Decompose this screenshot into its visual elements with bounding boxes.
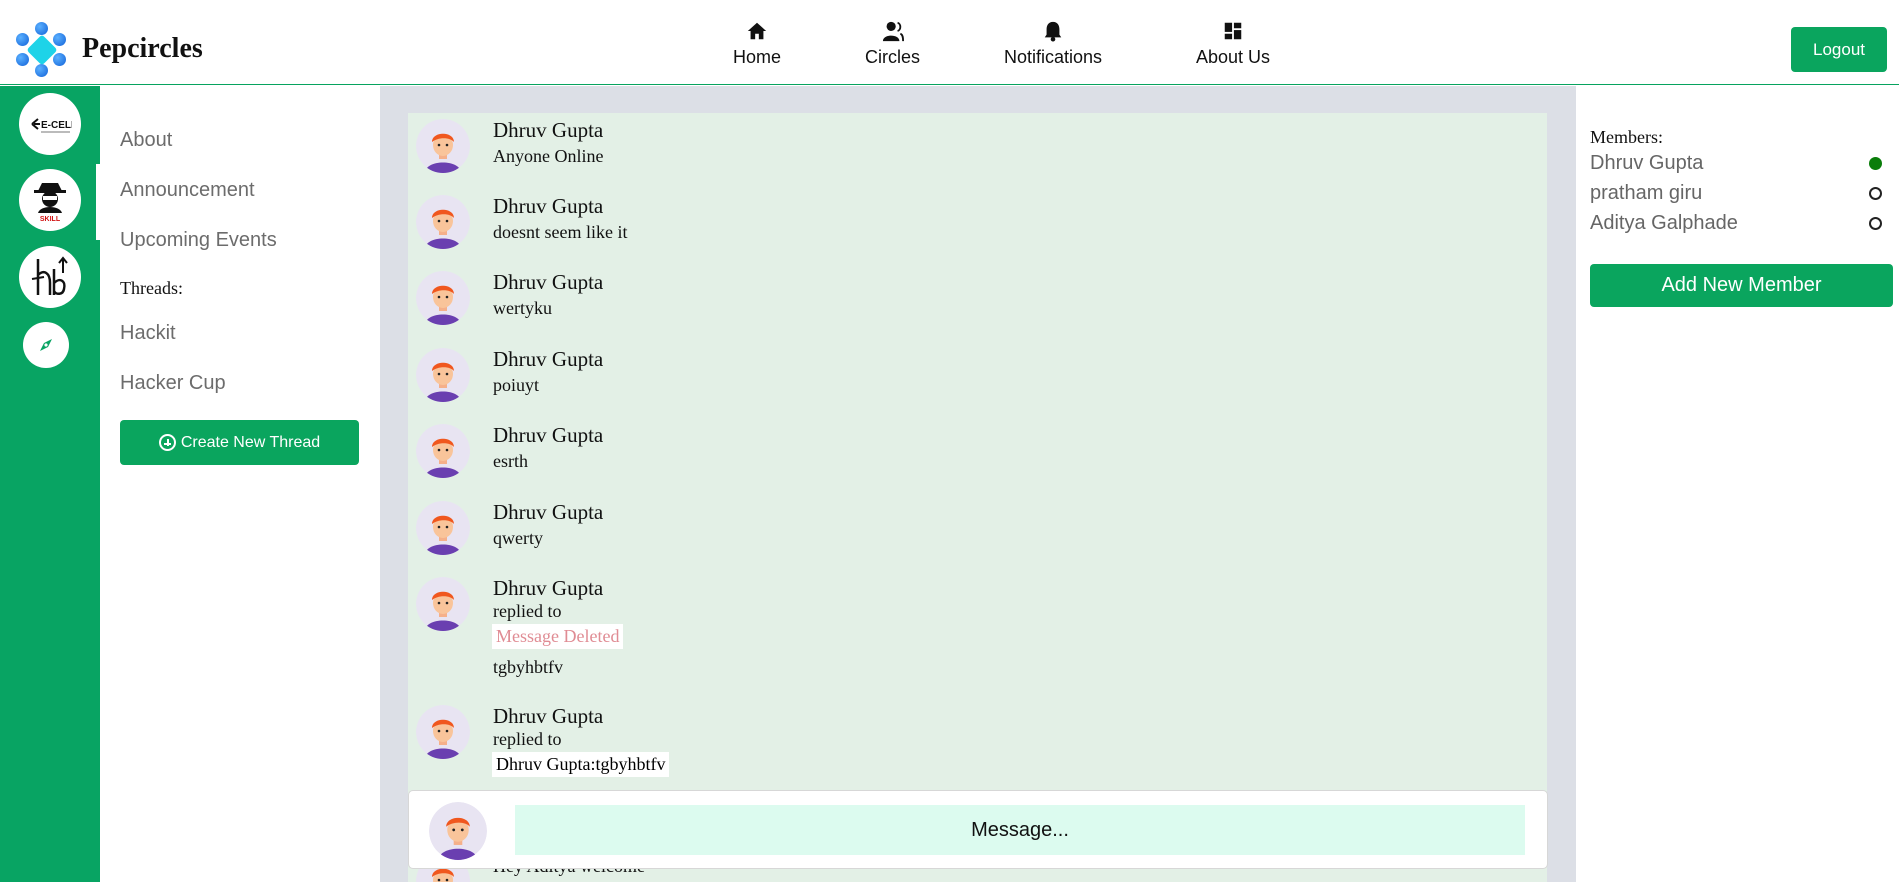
circles-rail: E-CELL SKILL [0,86,100,882]
message-author: Dhruv Gupta [493,118,604,142]
quoted-message[interactable]: Message Deleted [492,624,624,649]
members-panel: Members: Dhruv Gupta pratham giru Aditya… [1576,114,1899,882]
message-text: tgbyhbtfv [493,657,563,677]
thread-link-hackit[interactable]: Hackit [120,322,176,345]
message-author: Dhruv Gupta [493,704,604,728]
user-avatar-icon [416,577,470,631]
user-avatar-icon [416,195,470,249]
rail-explore-button[interactable] [23,322,69,368]
plus-circle-icon [158,434,176,451]
nav-notifications-label: Notifications [1004,47,1103,67]
member-name[interactable]: Dhruv Gupta [1590,152,1703,175]
circle-link-upcoming-events[interactable]: Upcoming Events [120,229,277,252]
bell-icon [1044,21,1062,42]
message-text: esrth [493,451,528,471]
rail-circle-ecell[interactable]: E-CELL [19,93,81,155]
message-author: Dhruv Gupta [493,347,604,371]
create-thread-label: Create New Thread [180,433,321,451]
thread-link-hacker-cup[interactable]: Hacker Cup [120,372,226,395]
members-heading: Members: [1590,127,1663,147]
threads-heading: Threads: [120,278,183,298]
quoted-message[interactable]: Dhruv Gupta:tgbyhbtfv [492,752,670,777]
message-author: Dhruv Gupta [493,576,604,600]
nav-notifications[interactable]: Notifications [1004,20,1102,68]
member-name[interactable]: pratham giru [1590,182,1702,205]
users-icon [882,21,904,42]
user-avatar-icon [416,501,470,555]
message-composer [408,790,1548,869]
message-author: Dhruv Gupta [493,423,604,447]
message-input[interactable] [515,805,1525,855]
circle-link-about[interactable]: About [120,129,172,152]
message-author: Dhruv Gupta [493,500,604,524]
user-avatar-icon [416,424,470,478]
message-text: Anyone Online [493,146,604,166]
message-list[interactable]: Dhruv Gupta Anyone Online Dhruv Gupta do… [408,113,1547,882]
rail-circle-hd[interactable] [19,246,81,308]
nav-about-us-label: About Us [1196,47,1271,67]
svg-text:E-CELL: E-CELL [41,120,72,131]
compass-icon [33,332,59,358]
message-text: doesnt seem like it [493,222,628,242]
nav-circles-label: Circles [865,47,921,67]
user-avatar-icon [416,348,470,402]
nav-home-label: Home [733,47,782,67]
nav-about-us[interactable]: About Us [1196,20,1270,68]
add-member-button[interactable]: Add New Member [1590,264,1893,307]
current-user-avatar-icon [429,802,487,860]
circle-nav-panel: About Announcement Upcoming Events Threa… [100,86,380,882]
message-author: Dhruv Gupta [493,194,604,218]
replied-to-label: replied to [493,729,562,749]
nav-home[interactable]: Home [733,20,781,68]
create-thread-button[interactable]: Create New Thread [120,420,359,465]
top-header: Pepcircles Home Circles Notifications Ab… [0,0,1899,85]
message-text: wertyku [493,298,552,318]
hd-logo-icon [31,256,68,295]
offline-status-icon [1869,217,1882,230]
ecell-logo-icon: E-CELL [31,118,72,133]
rail-circle-skill[interactable]: SKILL [19,169,81,231]
user-avatar-icon [416,271,470,325]
message-author: Dhruv Gupta [493,270,604,294]
circle-link-announcement[interactable]: Announcement [120,179,255,202]
message-text: qwerty [493,528,543,548]
message-text: poiuyt [493,375,540,395]
main-nav: Home Circles Notifications About Us [0,20,1899,76]
replied-to-label: replied to [493,601,562,621]
user-avatar-icon [416,119,470,173]
online-status-icon [1869,157,1882,170]
offline-status-icon [1869,187,1882,200]
skill-hacker-logo-icon: SKILL [34,183,66,223]
logout-button[interactable]: Logout [1791,27,1887,72]
nav-circles[interactable]: Circles [865,20,920,68]
user-avatar-icon [416,705,470,759]
dashboard-icon [1224,22,1242,40]
home-icon [747,22,767,40]
svg-text:SKILL: SKILL [40,216,61,223]
member-name[interactable]: Aditya Galphade [1590,212,1738,235]
